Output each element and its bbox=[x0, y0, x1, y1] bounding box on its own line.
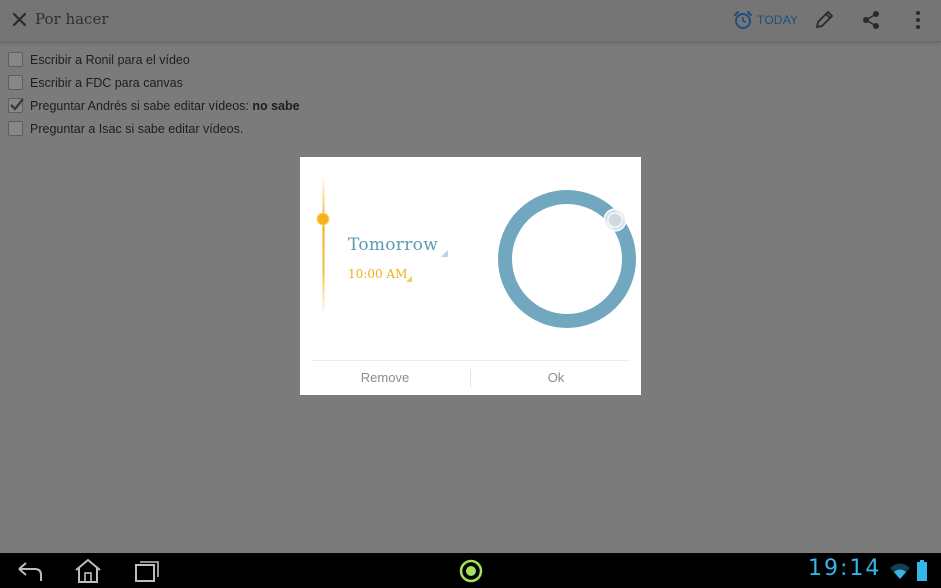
task-text: Preguntar a Isac si sabe editar vídeos. bbox=[30, 121, 244, 136]
ok-button[interactable]: Ok bbox=[471, 363, 641, 393]
day-dropdown-indicator bbox=[441, 250, 448, 257]
checkmark-icon bbox=[10, 98, 24, 111]
wifi-icon bbox=[890, 563, 910, 579]
action-bar: Por hacer TODAY bbox=[0, 0, 941, 42]
reminder-dialog: Tomorrow 10:00 AM Remove Ok bbox=[300, 157, 641, 395]
system-bar: 19:14 bbox=[0, 553, 941, 588]
list-title: Por hacer bbox=[35, 10, 109, 28]
pencil-icon[interactable] bbox=[813, 9, 835, 31]
task-checkbox-checked[interactable] bbox=[8, 98, 24, 113]
task-list: Escribir a Ronil para el vídeo Escribir … bbox=[8, 48, 300, 140]
day-slider[interactable] bbox=[322, 175, 325, 315]
day-selector[interactable]: Tomorrow bbox=[348, 235, 438, 255]
back-icon[interactable] bbox=[15, 557, 45, 585]
slider-handle[interactable] bbox=[316, 212, 330, 226]
time-dial[interactable] bbox=[496, 188, 638, 330]
task-checkbox[interactable] bbox=[8, 121, 23, 136]
task-item[interactable]: Escribir a FDC para canvas bbox=[8, 71, 300, 94]
today-label: TODAY bbox=[757, 13, 799, 27]
time-selector[interactable]: 10:00 AM bbox=[348, 267, 407, 281]
home-icon[interactable] bbox=[73, 557, 103, 585]
recent-apps-icon[interactable] bbox=[132, 557, 162, 585]
task-item[interactable]: Preguntar Andrés si sabe editar vídeos: … bbox=[8, 94, 300, 117]
today-button[interactable]: TODAY bbox=[733, 9, 798, 31]
battery-icon bbox=[917, 560, 927, 581]
app-indicator-icon[interactable] bbox=[456, 557, 486, 585]
task-item[interactable]: Preguntar a Isac si sabe editar vídeos. bbox=[8, 117, 300, 140]
task-checkbox[interactable] bbox=[8, 75, 23, 90]
task-text: Escribir a Ronil para el vídeo bbox=[30, 52, 190, 67]
dialog-divider bbox=[312, 360, 630, 361]
task-item[interactable]: Escribir a Ronil para el vídeo bbox=[8, 48, 300, 71]
dial-handle[interactable] bbox=[603, 208, 627, 232]
task-checkbox[interactable] bbox=[8, 52, 23, 67]
time-dropdown-indicator bbox=[406, 276, 412, 282]
remove-button[interactable]: Remove bbox=[300, 363, 470, 393]
overflow-menu-icon[interactable] bbox=[907, 9, 929, 31]
close-icon[interactable] bbox=[10, 9, 30, 31]
task-text: Preguntar Andrés si sabe editar vídeos: … bbox=[30, 98, 300, 113]
share-icon[interactable] bbox=[860, 9, 882, 31]
status-clock: 19:14 bbox=[808, 556, 882, 581]
alarm-clock-icon bbox=[733, 10, 753, 29]
task-text: Escribir a FDC para canvas bbox=[30, 75, 183, 90]
